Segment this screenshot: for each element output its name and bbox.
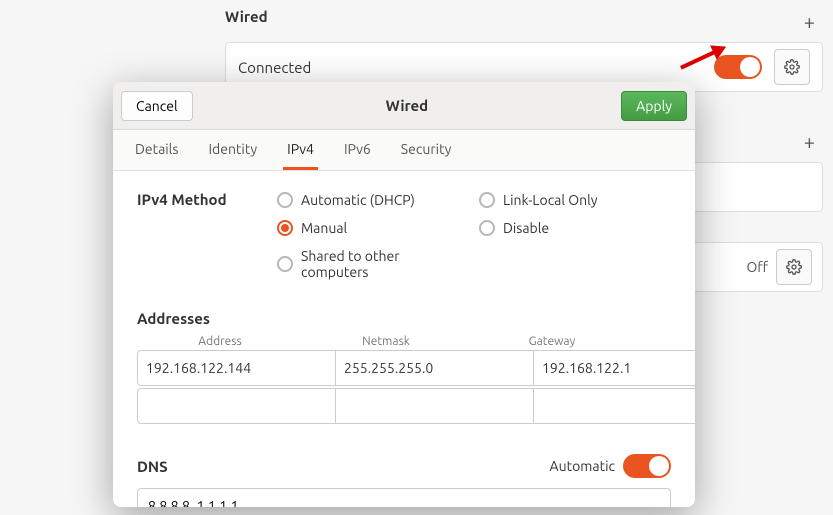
- tab-ipv6[interactable]: IPv6: [340, 130, 375, 170]
- radio-disable[interactable]: Disable: [479, 220, 671, 236]
- col-address: Address: [137, 335, 303, 348]
- gateway-input[interactable]: [533, 388, 695, 424]
- netmask-input[interactable]: [335, 388, 534, 424]
- radio-icon: [277, 256, 293, 272]
- gateway-input[interactable]: [533, 350, 695, 386]
- dialog-header: Cancel Wired Apply: [113, 82, 695, 130]
- radio-icon: [479, 192, 495, 208]
- wired-section-title: Wired: [225, 8, 268, 25]
- addresses-label: Addresses: [137, 310, 671, 327]
- radio-label: Manual: [301, 220, 347, 236]
- dns-automatic-label: Automatic: [550, 458, 615, 474]
- address-input[interactable]: [137, 350, 336, 386]
- address-row: [137, 350, 671, 386]
- radio-label: Shared to other computers: [301, 248, 469, 280]
- dialog-tabs: Details Identity IPv4 IPv6 Security: [113, 130, 695, 171]
- radio-icon: [479, 220, 495, 236]
- connection-settings-button[interactable]: [774, 49, 810, 85]
- dns-servers-input[interactable]: [137, 488, 671, 507]
- radio-label: Automatic (DHCP): [301, 192, 415, 208]
- radio-label: Disable: [503, 220, 549, 236]
- connection-editor-dialog: Cancel Wired Apply Details Identity IPv4…: [113, 82, 695, 507]
- connection-status-label: Connected: [238, 59, 714, 76]
- address-row: [137, 388, 671, 424]
- tab-ipv4[interactable]: IPv4: [283, 130, 318, 170]
- add-connection-icon[interactable]: +: [804, 130, 815, 153]
- netmask-input[interactable]: [335, 350, 534, 386]
- radio-link-local[interactable]: Link-Local Only: [479, 192, 671, 208]
- gear-icon: [784, 59, 800, 75]
- radio-auto-dhcp[interactable]: Automatic (DHCP): [277, 192, 469, 208]
- connection-off-label: Off: [746, 259, 768, 275]
- col-gateway: Gateway: [469, 335, 635, 348]
- radio-shared[interactable]: Shared to other computers: [277, 248, 469, 280]
- dialog-title: Wired: [386, 97, 429, 114]
- radio-manual[interactable]: Manual: [277, 220, 469, 236]
- add-connection-icon[interactable]: +: [804, 10, 815, 33]
- connection-settings-button[interactable]: [776, 249, 812, 285]
- address-column-headers: Address Netmask Gateway: [137, 335, 671, 348]
- radio-label: Link-Local Only: [503, 192, 598, 208]
- col-netmask: Netmask: [303, 335, 469, 348]
- radio-icon: [277, 192, 293, 208]
- dns-label: DNS: [137, 458, 168, 475]
- radio-icon: [277, 220, 293, 236]
- gear-icon: [786, 259, 802, 275]
- cancel-button[interactable]: Cancel: [121, 91, 193, 121]
- dns-automatic-toggle[interactable]: [623, 454, 671, 478]
- tab-security[interactable]: Security: [397, 130, 456, 170]
- connection-toggle[interactable]: [714, 55, 762, 79]
- ipv4-method-label: IPv4 Method: [137, 191, 267, 208]
- apply-button[interactable]: Apply: [621, 91, 687, 121]
- address-input[interactable]: [137, 388, 336, 424]
- tab-details[interactable]: Details: [131, 130, 182, 170]
- tab-identity[interactable]: Identity: [204, 130, 261, 170]
- dialog-body: IPv4 Method Automatic (DHCP) Link-Local …: [113, 171, 695, 507]
